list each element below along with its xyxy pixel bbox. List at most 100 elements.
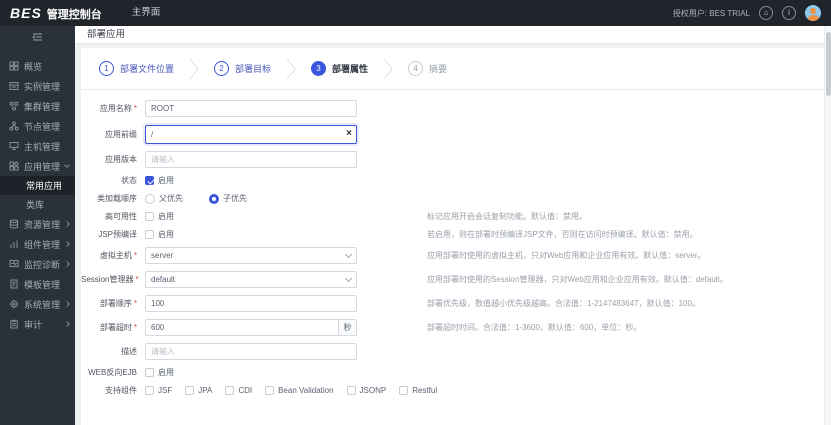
field-jsp-precompile: JSP预编译 启用 若启用，则在部署时预编译JSP文件，否则在访问时预编译。默认… bbox=[81, 229, 825, 240]
app-prefix-input[interactable] bbox=[145, 125, 357, 144]
checkbox-label: 启用 bbox=[158, 368, 174, 377]
wizard-step-summary[interactable]: 4 摘要 bbox=[408, 61, 447, 76]
app-icon bbox=[9, 161, 19, 171]
bean-validation-checkbox[interactable] bbox=[265, 386, 275, 395]
home-icon[interactable]: ⌂ bbox=[759, 6, 773, 20]
field-label: JSP预编译 bbox=[98, 230, 137, 239]
instance-icon bbox=[9, 82, 19, 90]
chevron-right-icon bbox=[64, 261, 70, 267]
sidebar-item-monitor-diagnosis[interactable]: 监控诊断 bbox=[0, 254, 75, 274]
app-version-input[interactable] bbox=[145, 151, 357, 168]
sidebar-subitem-label: 类库 bbox=[26, 200, 45, 210]
field-label: WEB反向EJB bbox=[88, 368, 137, 377]
sidebar-item-cluster-mgmt[interactable]: 集群管理 bbox=[0, 96, 75, 116]
field-label: 描述 bbox=[121, 347, 137, 356]
sidebar-item-instance-mgmt[interactable]: 实例管理 bbox=[0, 76, 75, 96]
step-number: 2 bbox=[214, 61, 230, 76]
required-mark: * bbox=[133, 299, 137, 308]
template-icon bbox=[10, 279, 18, 289]
field-supported-components: 支持组件 JSF JPA CDI Bean Validation JSONP R… bbox=[81, 385, 825, 396]
select-value: default bbox=[151, 275, 176, 284]
bes-logo: BES 管理控制台 bbox=[10, 5, 102, 22]
required-mark: * bbox=[133, 323, 137, 332]
wizard-step-deploy-target[interactable]: 2 部署目标 bbox=[214, 61, 271, 76]
sidebar-item-common-apps[interactable]: 常用应用 bbox=[0, 176, 75, 195]
console-title: 管理控制台 bbox=[46, 8, 102, 21]
child-first-radio[interactable] bbox=[209, 193, 219, 204]
deploy-steps: 1 部署文件位置 2 部署目标 3 部署属性 4 摘要 bbox=[81, 48, 825, 90]
deploy-timeout-input[interactable] bbox=[145, 319, 339, 336]
required-mark: * bbox=[133, 251, 137, 260]
checkbox-label: CDI bbox=[238, 386, 253, 395]
chevron-right-icon bbox=[64, 241, 70, 247]
wizard-step-deploy-properties[interactable]: 3 部署属性 bbox=[311, 61, 368, 76]
web-reverse-ejb-checkbox[interactable] bbox=[145, 368, 154, 377]
field-label: 状态 bbox=[121, 176, 137, 185]
sidebar-item-class-library[interactable]: 类库 bbox=[0, 195, 75, 214]
sidebar-item-label: 审计 bbox=[24, 319, 43, 330]
sidebar-item-node-mgmt[interactable]: 节点管理 bbox=[0, 116, 75, 136]
step-separator-icon bbox=[383, 58, 393, 79]
field-label: 虚拟主机 bbox=[99, 251, 132, 260]
field-app-name: 应用名称 * bbox=[81, 100, 825, 117]
jsf-checkbox[interactable] bbox=[145, 386, 154, 395]
sidebar-subitem-label: 常用应用 bbox=[26, 181, 63, 191]
scrollbar-track bbox=[824, 26, 831, 425]
sidebar-item-label: 节点管理 bbox=[24, 121, 61, 132]
menu-main-screen[interactable]: 主界面 bbox=[124, 0, 169, 26]
sidebar-item-overview[interactable]: 概览 bbox=[0, 56, 75, 76]
sidebar-item-app-mgmt[interactable]: 应用管理 bbox=[0, 156, 75, 176]
radio-label: 子优先 bbox=[223, 194, 247, 203]
session-manager-select[interactable]: default bbox=[145, 271, 357, 288]
app-name-input[interactable] bbox=[145, 100, 357, 117]
field-status: 状态 启用 bbox=[81, 175, 825, 186]
field-deploy-timeout: 部署超时* 秒 部署超时时间。合法值：1-3600，默认值：600，单位：秒。 bbox=[81, 319, 825, 336]
info-icon[interactable]: i bbox=[782, 6, 796, 20]
deploy-properties-form: 应用名称* 应用前缀 × bbox=[81, 90, 825, 396]
field-session-manager: Session管理器 * default 应用部署时使用的Session管理器，只… bbox=[81, 271, 825, 288]
content-wrap: 1 部署文件位置 2 部署目标 3 部署属性 4 摘要 应用名称 * ROOT … bbox=[75, 44, 831, 425]
field-description-text: 部署优先级，数值越小优先级越高。合法值：1-2147483647，默认值：100… bbox=[427, 299, 700, 308]
restful-checkbox[interactable] bbox=[399, 386, 409, 395]
jsp-precompile-checkbox[interactable] bbox=[145, 230, 154, 239]
resource-icon bbox=[9, 219, 19, 229]
sidebar-item-audit[interactable]: 审计 bbox=[0, 314, 75, 334]
sidebar-item-label: 监控诊断 bbox=[24, 259, 60, 270]
sidebar-menu: 概览 实例管理 集群管理 节点管理 主机管理 应用管理 常用应用 类库 资源管理… bbox=[0, 56, 75, 334]
step-number: 1 bbox=[99, 61, 114, 76]
unit-suffix: 秒 bbox=[339, 319, 357, 336]
radio-label: 父优先 bbox=[159, 194, 183, 203]
component-icon bbox=[10, 240, 18, 248]
field-label: 类加载顺序 bbox=[97, 194, 137, 203]
jpa-checkbox[interactable] bbox=[185, 386, 195, 395]
checkbox-label: JSF bbox=[158, 386, 173, 395]
description-input[interactable] bbox=[145, 343, 357, 360]
checkbox-label: Restful bbox=[412, 386, 438, 395]
sidebar-item-label: 模板管理 bbox=[24, 279, 61, 290]
scrollbar-thumb[interactable] bbox=[826, 32, 831, 96]
checkbox-label: Bean Validation bbox=[278, 386, 334, 395]
sidebar-item-host-mgmt[interactable]: 主机管理 bbox=[0, 136, 75, 156]
sidebar-item-template-mgmt[interactable]: 模板管理 bbox=[0, 274, 75, 294]
deploy-order-input[interactable] bbox=[145, 295, 357, 312]
sidebar-collapse-icon[interactable] bbox=[0, 26, 75, 48]
field-label: 高可用性 bbox=[105, 212, 137, 221]
wizard-step-file-location[interactable]: 1 部署文件位置 bbox=[99, 61, 174, 76]
field-label: Session管理器 bbox=[81, 275, 134, 284]
parent-first-radio[interactable] bbox=[145, 193, 155, 204]
chevron-down-icon bbox=[344, 274, 353, 282]
field-label: 应用前缀 bbox=[105, 129, 137, 139]
cluster-icon bbox=[9, 101, 19, 111]
jsonp-checkbox[interactable] bbox=[346, 386, 356, 395]
deploy-wizard-card: 1 部署文件位置 2 部署目标 3 部署属性 4 摘要 应用名称 * ROOT … bbox=[81, 48, 825, 425]
high-availability-checkbox[interactable] bbox=[145, 212, 154, 221]
sidebar-item-resource-mgmt[interactable]: 资源管理 bbox=[0, 214, 75, 234]
clear-input-icon[interactable]: × bbox=[346, 129, 352, 139]
status-checkbox[interactable] bbox=[145, 176, 154, 185]
sidebar-item-system-mgmt[interactable]: 系统管理 bbox=[0, 294, 75, 314]
user-avatar[interactable] bbox=[805, 5, 821, 21]
cdi-checkbox[interactable] bbox=[225, 386, 235, 395]
virtual-host-select[interactable]: server bbox=[145, 247, 357, 264]
sidebar-item-component-mgmt[interactable]: 组件管理 bbox=[0, 234, 75, 254]
field-description-text: 标记应用开启会话复制功能。默认值：禁用。 bbox=[427, 212, 587, 221]
